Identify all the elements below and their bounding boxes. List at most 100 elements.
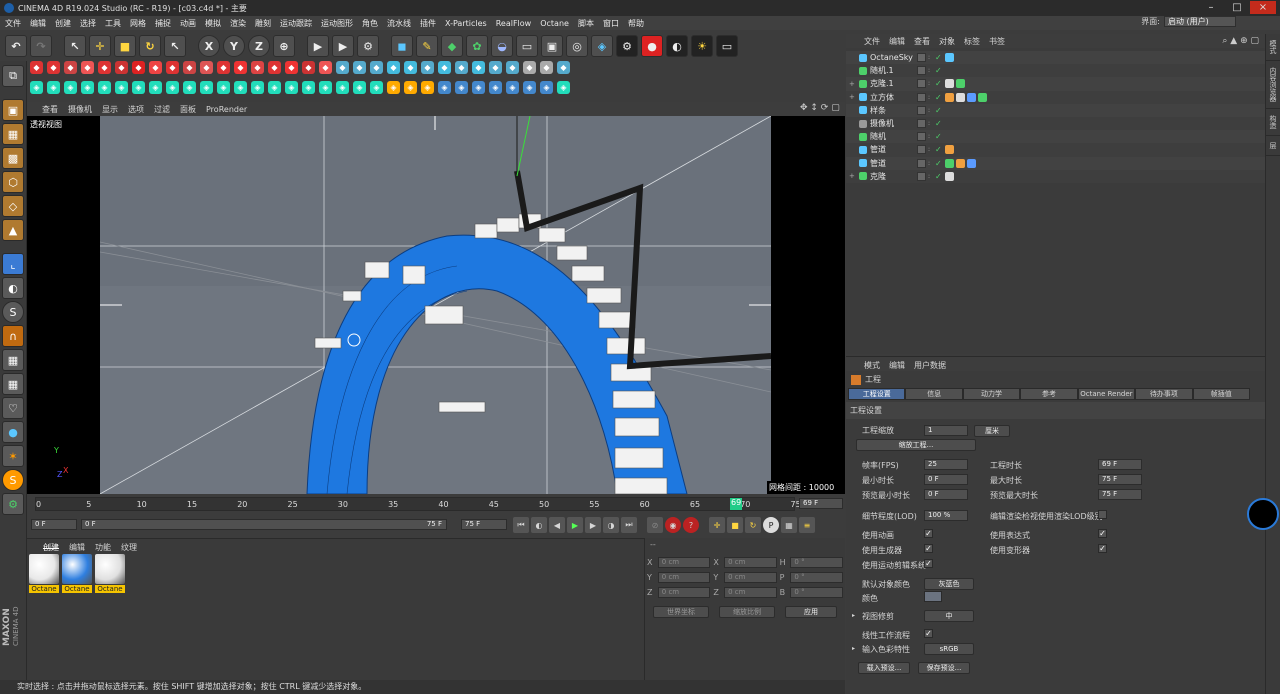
s-plugin-icon[interactable]: S [2, 469, 24, 491]
record-icon[interactable]: ● [641, 35, 663, 57]
edges-mode-icon[interactable]: ◇ [2, 195, 24, 217]
plugin-a-icon[interactable]: ◆ [523, 61, 536, 74]
min-time-field[interactable]: 0 F [924, 474, 968, 485]
plugin-a-icon[interactable]: ◆ [115, 61, 128, 74]
viewport-menu-item[interactable]: 过滤 [154, 104, 170, 115]
plugin-b-icon[interactable]: ◈ [557, 81, 570, 94]
snap-icon[interactable]: S [2, 301, 24, 323]
scale-project-button[interactable]: 缩放工程... [856, 439, 976, 451]
polygons-mode-icon[interactable]: ▲ [2, 219, 24, 241]
tag-icon[interactable] [967, 92, 976, 102]
object-menu-item[interactable]: 标签 [964, 36, 980, 46]
object-name[interactable]: 随机.1 [870, 65, 915, 76]
object-row[interactable]: + 克隆.1: ✓ [846, 77, 1265, 91]
attribute-tab[interactable]: 待办事项 [1135, 388, 1193, 400]
coord-field[interactable]: 0 cm [657, 572, 711, 583]
plugin-b-icon[interactable]: ◈ [370, 81, 383, 94]
plugin-b-icon[interactable]: ◈ [387, 81, 400, 94]
tag-icon[interactable] [967, 158, 976, 168]
attribute-tab[interactable]: 参考 [1020, 388, 1078, 400]
light-icon[interactable]: ◎ [566, 35, 588, 57]
object-name[interactable]: 克隆 [870, 171, 915, 182]
plugin-b-icon[interactable]: ◈ [200, 81, 213, 94]
object-row[interactable]: + 克隆: ✓ [846, 169, 1265, 183]
redo-icon[interactable]: ↷ [30, 35, 52, 57]
plugin-b-icon[interactable]: ◈ [268, 81, 281, 94]
menu-item[interactable]: 编辑 [30, 18, 46, 29]
timeline-menu-icon[interactable]: ≡ [799, 517, 815, 533]
enabled-check-icon[interactable]: ✓ [935, 53, 943, 62]
scale-field[interactable]: 1 [924, 425, 968, 436]
grid-lock-icon[interactable]: ▦ [2, 349, 24, 371]
render-dots-icon[interactable]: : [928, 80, 933, 87]
gear-small-icon[interactable]: ⚙ [2, 493, 24, 515]
move-tool-icon[interactable]: ✛ [89, 35, 111, 57]
side-tab[interactable]: 构造 [1266, 109, 1280, 136]
recent-tool-icon[interactable]: ↖ [164, 35, 186, 57]
object-name[interactable]: 摄像机 [870, 118, 915, 129]
enabled-check-icon[interactable]: ✓ [935, 145, 943, 154]
coord-field[interactable]: 0 cm [724, 557, 777, 568]
timeline-ruler[interactable]: 0 5 10 15 20 25 30 35 40 45 50 55 60 65 70 75 69 [35, 497, 801, 511]
plugin-a-icon[interactable]: ◆ [455, 61, 468, 74]
object-row[interactable]: 管道: ✓ [846, 143, 1265, 157]
magnet-icon[interactable]: ∩ [2, 325, 24, 347]
enabled-check-icon[interactable]: ✓ [935, 93, 943, 102]
render-dots-icon[interactable]: : [928, 54, 933, 61]
tag-icon[interactable] [945, 92, 954, 102]
material-menu-item[interactable]: 创建 [43, 542, 59, 552]
plugin-a-icon[interactable]: ◆ [472, 61, 485, 74]
coord-field[interactable]: 0 cm [657, 587, 711, 598]
visibility-toggle-icon[interactable] [917, 132, 926, 142]
use-deformers-checkbox[interactable]: ✓ [1098, 544, 1107, 553]
pla-icon[interactable]: ▦ [781, 517, 797, 533]
interface-dropdown[interactable]: 启动 (用户) [1164, 16, 1236, 27]
expand-icon[interactable]: + [846, 80, 856, 88]
viewport-menu-item[interactable]: 选项 [128, 104, 144, 115]
preview-max-field[interactable]: 75 F [1098, 489, 1142, 500]
points-mode-icon[interactable]: ⬡ [2, 171, 24, 193]
material-swatch[interactable]: Octane [62, 554, 92, 593]
plugin-b-icon[interactable]: ◈ [183, 81, 196, 94]
render-settings-icon[interactable]: ⚙ [357, 35, 379, 57]
plugin-a-icon[interactable]: ◆ [438, 61, 451, 74]
scale-dropdown[interactable]: 缩放比例 [719, 606, 775, 618]
material-menu-item[interactable]: 编辑 [69, 542, 85, 552]
clip-expand-icon[interactable]: ▸ [852, 612, 855, 619]
render-dots-icon[interactable]: : [928, 160, 933, 167]
cloner-icon[interactable]: ✿ [466, 35, 488, 57]
plugin-b-icon[interactable]: ◈ [64, 81, 77, 94]
visibility-toggle-icon[interactable] [917, 66, 926, 76]
enabled-check-icon[interactable]: ✓ [935, 159, 943, 168]
plugin-a-icon[interactable]: ◆ [47, 61, 60, 74]
tag-icon[interactable] [956, 92, 965, 102]
menu-item[interactable]: 窗口 [603, 18, 619, 29]
visibility-toggle-icon[interactable] [917, 105, 926, 115]
visibility-toggle-icon[interactable] [917, 119, 926, 129]
plugin-a-icon[interactable]: ◆ [98, 61, 111, 74]
plugin-b-icon[interactable]: ◈ [421, 81, 434, 94]
render-dots-icon[interactable]: : [928, 94, 933, 101]
plugin-a-icon[interactable]: ◆ [285, 61, 298, 74]
view-clip-dropdown[interactable]: 中 [924, 610, 974, 622]
plugin-a-icon[interactable]: ◆ [251, 61, 264, 74]
plugin-a-icon[interactable]: ◆ [387, 61, 400, 74]
object-menu-item[interactable]: 文件 [864, 36, 880, 46]
plugin-b-icon[interactable]: ◈ [149, 81, 162, 94]
object-row[interactable]: 随机.1: ✓ [846, 64, 1265, 78]
visibility-toggle-icon[interactable] [917, 92, 926, 102]
unit-dropdown[interactable]: 厘米 [974, 425, 1010, 437]
visibility-toggle-icon[interactable] [917, 79, 926, 89]
world-coord-dropdown[interactable]: 世界坐标 [653, 606, 709, 618]
plugin-a-icon[interactable]: ◆ [234, 61, 247, 74]
plugin-a-icon[interactable]: ◆ [404, 61, 417, 74]
object-search-icon[interactable]: ⌕ ▲ ⊕ ▢ [1222, 36, 1259, 46]
tag-icon[interactable] [956, 158, 965, 168]
use-motion-checkbox[interactable]: ✓ [924, 559, 933, 568]
expand-icon[interactable]: + [846, 172, 856, 180]
plugin-a-icon[interactable]: ◆ [421, 61, 434, 74]
object-name[interactable]: OctaneSky [870, 53, 915, 62]
expand-icon[interactable]: + [846, 93, 856, 101]
undo-icon[interactable]: ↶ [5, 35, 27, 57]
attribute-tab[interactable]: 动力学 [962, 388, 1021, 400]
